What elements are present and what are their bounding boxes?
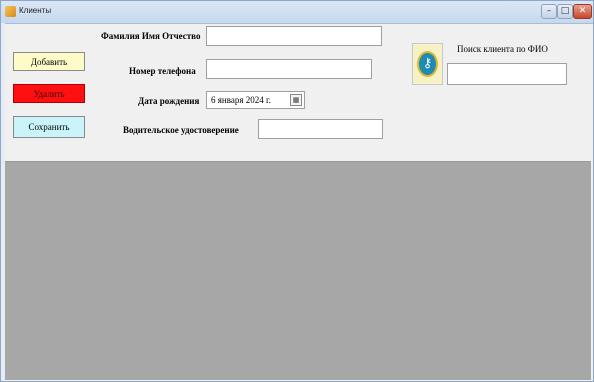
add-button[interactable]: Добавить — [13, 52, 85, 71]
fio-field[interactable] — [206, 26, 382, 46]
calendar-icon[interactable]: ▦ — [290, 94, 302, 106]
key-logo-icon: ⚷ — [417, 51, 438, 77]
close-button[interactable]: ✕ — [573, 4, 592, 19]
delete-button[interactable]: Удалить — [13, 84, 85, 103]
search-label: Поиск клиента по ФИО — [457, 44, 548, 54]
app-icon — [5, 6, 16, 17]
birthdate-value: 6 января 2024 г. — [211, 95, 271, 105]
birthdate-picker[interactable]: 6 января 2024 г. ▦ — [206, 91, 305, 109]
title-bar[interactable]: Клиенты – □ ✕ — [1, 1, 593, 24]
save-button[interactable]: Сохранить — [13, 116, 85, 138]
license-field[interactable] — [258, 119, 383, 139]
window-title: Клиенты — [19, 6, 52, 15]
clients-grid[interactable] — [5, 161, 591, 380]
phone-label: Номер телефона — [129, 66, 196, 76]
clients-window: Клиенты – □ ✕ Добавить Удалить Сохранить… — [0, 0, 594, 382]
fio-label: Фамилия Имя Отчество — [101, 31, 201, 41]
minimize-button[interactable]: – — [541, 4, 557, 19]
search-input[interactable] — [447, 63, 567, 85]
birthdate-label: Дата рождения — [138, 96, 200, 106]
logo: ⚷ — [412, 43, 443, 85]
license-label: Водительское удостоверение — [123, 125, 239, 135]
phone-field[interactable] — [206, 59, 372, 79]
maximize-button[interactable]: □ — [557, 4, 573, 19]
